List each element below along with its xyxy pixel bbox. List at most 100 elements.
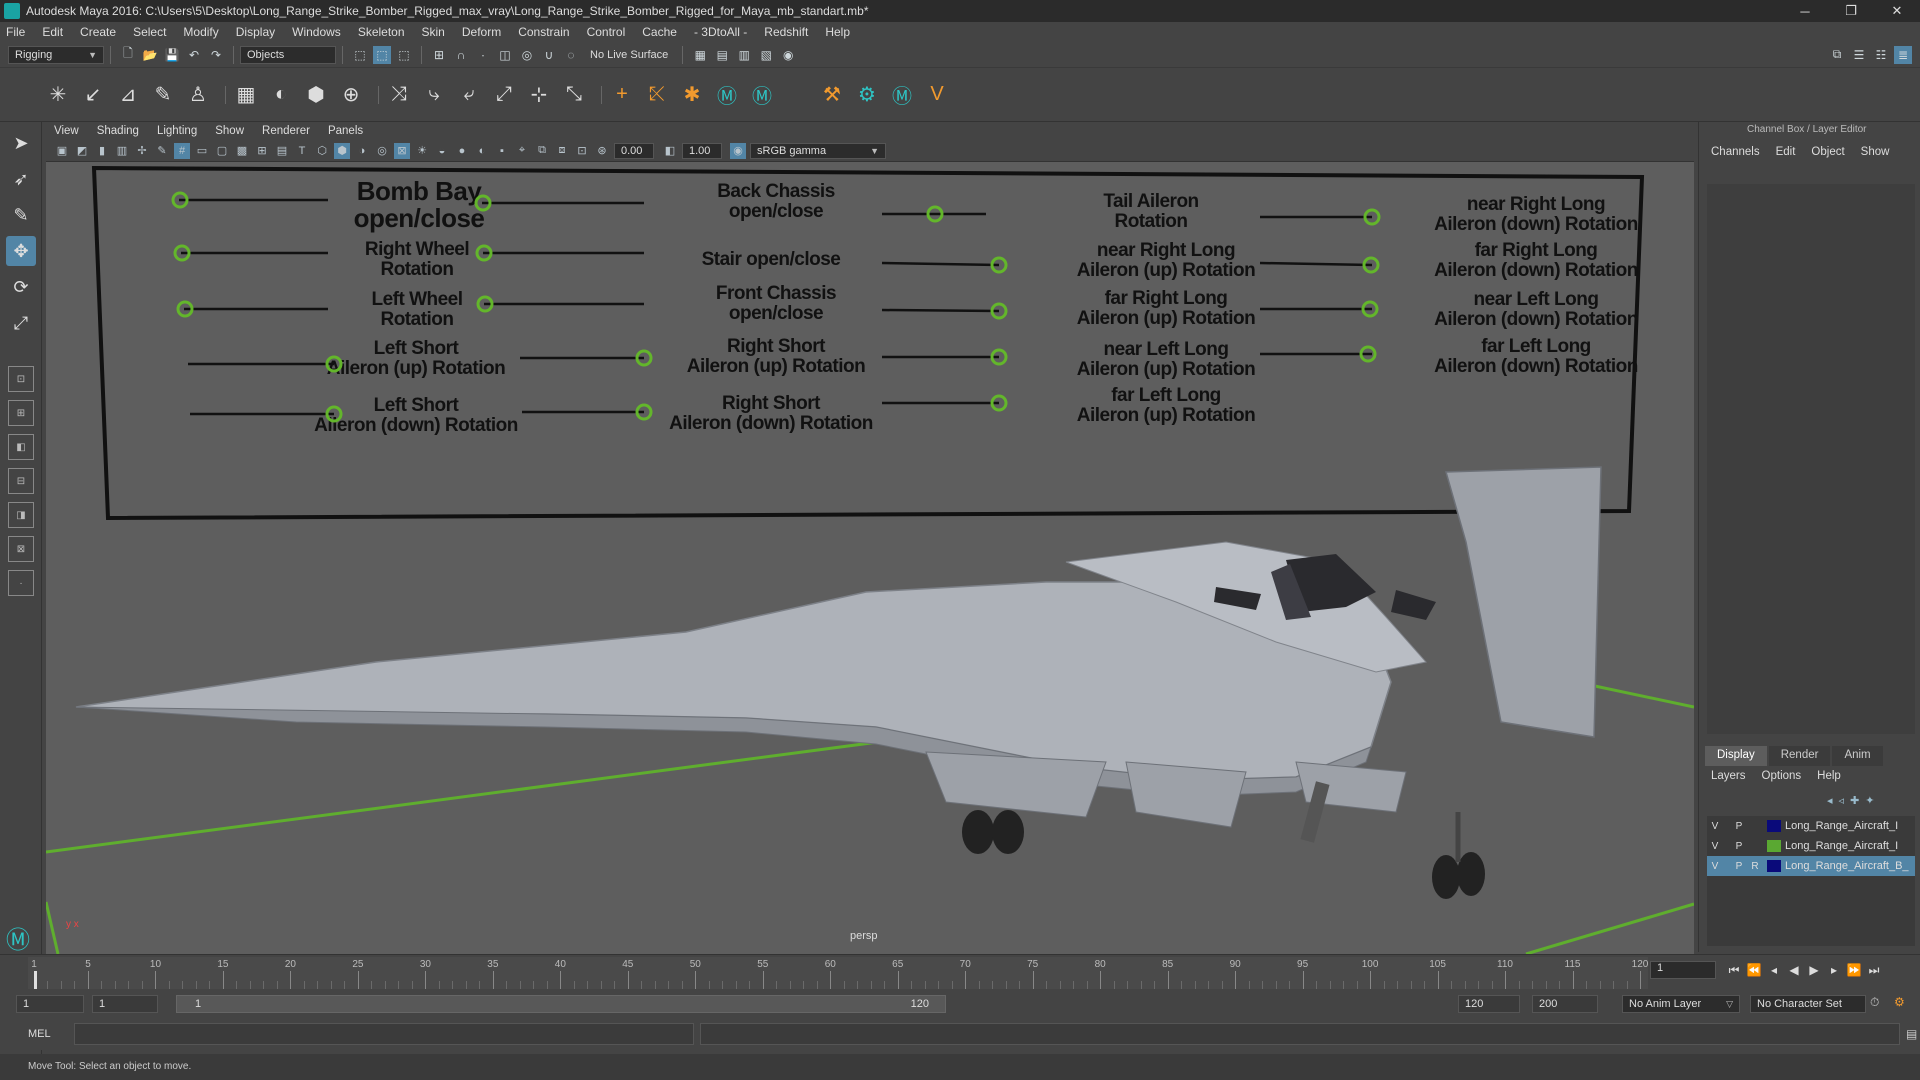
new-scene-icon[interactable]: 🗋 [119,46,137,64]
channel-box-icon[interactable]: ≣ [1894,45,1912,64]
close-button[interactable]: ✕ [1874,0,1920,22]
current-time-marker[interactable] [34,971,37,989]
resolution-gate-icon[interactable]: ▢ [214,143,230,159]
grease-pencil-icon[interactable]: ✎ [154,143,170,159]
select-component-icon[interactable]: ⬚ [395,46,413,64]
gate-mask-icon[interactable]: ▩ [234,143,250,159]
layer-color-swatch[interactable] [1767,860,1781,872]
isolate-select-icon[interactable]: ⧉ [534,143,550,159]
2d-pan-icon[interactable]: ✢ [134,143,150,159]
current-frame-field[interactable]: 1 [1650,961,1716,979]
point-constraint-icon[interactable]: ⤷ [420,81,448,109]
script-m-icon[interactable]: Ⓜ [713,81,741,109]
playback-toggle[interactable]: P [1731,841,1747,852]
film-gate-icon[interactable]: ▭ [194,143,210,159]
layer-menu-help[interactable]: Help [1817,770,1841,782]
step-back-key-icon[interactable]: ⏪ [1744,963,1764,977]
smooth-shade-icon[interactable]: ⬢ [334,142,350,159]
character-set-dropdown[interactable]: No Character Set [1750,995,1866,1013]
command-mode-label[interactable]: MEL [28,1028,64,1040]
perspective-viewport[interactable]: Bomb Bay open/close Back Chassis open/clos… [46,162,1694,954]
layer-menu-options[interactable]: Options [1762,770,1802,782]
gamma-icon[interactable]: ◧ [662,143,678,159]
anim-layer-dropdown[interactable]: No Anim Layer ▽ [1622,995,1740,1013]
insert-joint-icon[interactable]: ✎ [149,81,177,109]
field-chart-icon[interactable]: ⊞ [254,143,270,159]
snap-surface-icon[interactable]: ◎ [518,46,536,64]
layer-row[interactable]: V P Long_Range_Aircraft_I [1707,836,1915,856]
modeling-toolkit-icon[interactable]: ⧉ [1828,46,1846,64]
menu-skin[interactable]: Skin [422,25,445,39]
v-tool-icon[interactable]: V [923,81,951,109]
orient-constraint-icon[interactable]: ⤶ [455,81,483,109]
menu-control[interactable]: Control [587,25,626,39]
select-tool-icon[interactable]: ➤ [6,128,36,158]
time-slider[interactable]: 1 5 10 15 20 25 30 35 40 45 50 55 60 65 70 75 80 85 90 95 10… [0,954,1920,990]
grid-icon[interactable]: # [174,142,190,159]
exposure-field[interactable]: 0.00 [614,142,654,159]
joint-tool-icon[interactable]: ✳ [44,81,72,109]
shadows-icon[interactable]: ◒ [434,143,450,159]
image-plane-icon[interactable]: ▥ [114,143,130,159]
safe-title-icon[interactable]: T [294,143,310,159]
playback-toggle[interactable]: P [1731,821,1747,832]
cluster-icon[interactable]: ⬢ [302,81,330,109]
command-input[interactable] [74,1023,694,1045]
visibility-toggle[interactable]: V [1707,841,1723,852]
step-back-frame-icon[interactable]: ◂ [1764,963,1784,977]
script-m2-icon[interactable]: Ⓜ [748,81,776,109]
menu-skeleton[interactable]: Skeleton [358,25,405,39]
anti-alias-icon[interactable]: ▪ [494,143,510,159]
visibility-toggle[interactable]: V [1707,861,1723,872]
animation-start-field[interactable]: 1 [16,995,84,1013]
exposure-icon[interactable]: ⊛ [594,143,610,159]
wrap-icon[interactable]: ◐ [267,81,295,109]
playback-end-field[interactable]: 120 [1458,995,1520,1013]
camera-icon[interactable]: ▣ [54,143,70,159]
scale-tool-icon[interactable]: ⤢ [6,308,36,338]
panel-menu-renderer[interactable]: Renderer [262,125,310,137]
bind-skin-icon[interactable]: ⤪ [643,81,671,109]
select-hierarchy-icon[interactable]: ⬚ [351,46,369,64]
move-layer-up-icon[interactable]: ◂ [1827,794,1833,807]
wireframe-icon[interactable]: ⬡ [314,143,330,159]
wireframe-on-shaded-icon[interactable]: ◎ [374,143,390,159]
safe-action-icon[interactable]: ▤ [274,143,290,159]
layer-menu-layers[interactable]: Layers [1711,770,1746,782]
range-slider[interactable]: 1 120 [176,995,946,1013]
paint-select-icon[interactable]: ✎ [6,200,36,230]
move-tool-icon[interactable]: ✥ [6,236,36,266]
ik-spline-icon[interactable]: ⊿ [114,81,142,109]
open-scene-icon[interactable]: 📂 [141,46,159,64]
playback-toggle[interactable]: P [1731,861,1747,872]
visibility-toggle[interactable]: V [1707,821,1723,832]
new-layer-selected-icon[interactable]: ✦ [1865,794,1874,807]
camera-attrs-icon[interactable]: ◩ [74,143,90,159]
rig-tool-icon[interactable]: ⚒ [818,81,846,109]
menu-3dtoall[interactable]: - 3DtoAll - [694,25,747,39]
motion-blur-icon[interactable]: ◐ [474,143,490,159]
bookmark-icon[interactable]: ▮ [94,143,110,159]
playback-start-field[interactable]: 1 [92,995,158,1013]
snap-curve-icon[interactable]: ∩ [452,46,470,64]
lattice-icon[interactable]: ▦ [232,81,260,109]
more-layouts-icon[interactable]: · [8,570,34,596]
play-backward-icon[interactable]: ◀ [1784,963,1804,977]
panel-menu-shading[interactable]: Shading [97,125,139,137]
render-view-icon[interactable]: ▧ [757,46,775,64]
menu-file[interactable]: File [6,25,25,39]
layer-row[interactable]: V P Long_Range_Aircraft_I [1707,816,1915,836]
layer-color-swatch[interactable] [1767,820,1781,832]
xray-active-icon[interactable]: ⊡ [574,143,590,159]
gamma-field[interactable]: 1.00 [682,142,722,159]
color-management-icon[interactable]: ◉ [730,142,746,159]
menu-deform[interactable]: Deform [462,25,501,39]
menu-windows[interactable]: Windows [292,25,341,39]
menu-constrain[interactable]: Constrain [518,25,569,39]
humanik-icon[interactable]: ♙ [184,81,212,109]
attribute-editor-icon[interactable]: ☰ [1850,46,1868,64]
time-ruler[interactable]: 1 5 10 15 20 25 30 35 40 45 50 55 60 65 70 75 80 85 90 95 10… [28,957,1648,989]
menu-create[interactable]: Create [80,25,116,39]
default-material-icon[interactable]: ◑ [354,143,370,159]
color-space-dropdown[interactable]: sRGB gamma ▼ [750,142,886,159]
